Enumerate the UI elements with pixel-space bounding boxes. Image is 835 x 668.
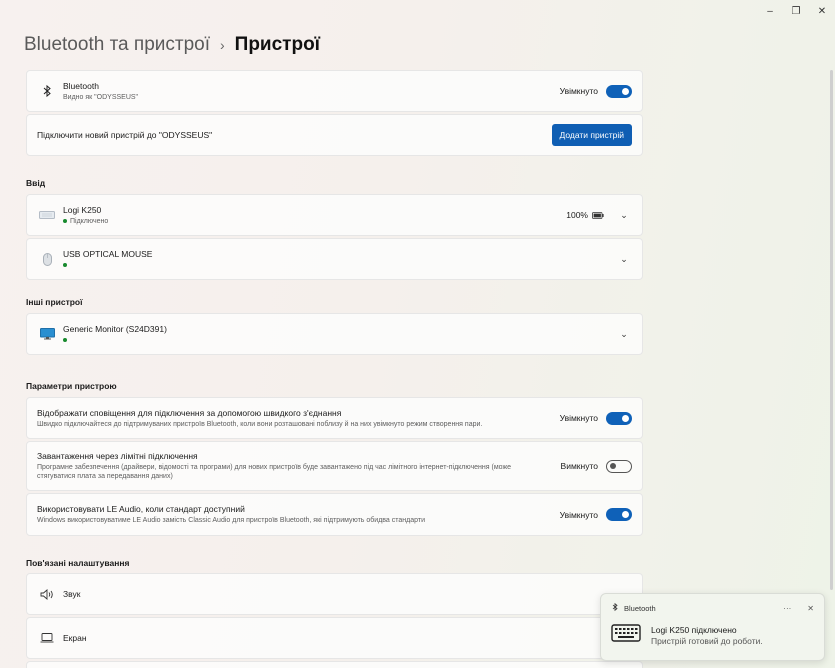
device-status-text: Підключено <box>70 217 109 225</box>
section-params-title: Параметри пристрою <box>26 381 117 391</box>
keyboard-icon <box>611 624 641 647</box>
bluetooth-title: Bluetooth <box>63 80 99 91</box>
battery-percent: 100% <box>566 210 588 220</box>
device-status <box>63 336 616 345</box>
device-name: USB OPTICAL MOUSE <box>63 248 153 259</box>
connected-dot <box>63 262 67 267</box>
toast-app-name: Bluetooth <box>624 603 656 613</box>
scrollbar[interactable] <box>830 70 833 590</box>
add-device-text: Підключити новий пристрій до "ODYSSEUS" <box>37 130 213 140</box>
section-related-title: Пов'язані налаштування <box>26 558 130 568</box>
device-name: Logi K250 <box>63 204 102 215</box>
device-row-usb-mouse[interactable]: USB OPTICAL MOUSE ⌄ <box>26 238 643 280</box>
laptop-icon <box>36 633 58 643</box>
swift-pair-toggle[interactable] <box>606 411 632 425</box>
metered-download-toggle[interactable] <box>606 459 632 473</box>
bluetooth-card: Bluetooth Видно як "ODYSSEUS" Увімкнуто <box>26 70 643 112</box>
bluetooth-icon <box>36 84 58 98</box>
related-display[interactable]: Екран <box>26 617 643 659</box>
toast-close-button[interactable]: ✕ <box>807 604 814 613</box>
speaker-icon <box>36 588 58 600</box>
bluetooth-toggle[interactable] <box>606 84 632 98</box>
breadcrumb-parent-link[interactable]: Bluetooth та пристрої <box>24 34 210 56</box>
breadcrumb-separator: › <box>219 37 225 53</box>
add-device-card: Підключити новий пристрій до "ODYSSEUS" … <box>26 114 643 156</box>
setting-state-label: Вимкнуто <box>560 461 598 471</box>
related-next-item[interactable] <box>26 661 643 668</box>
chevron-down-icon[interactable]: ⌄ <box>616 329 632 340</box>
section-other-title: Інші пристрої <box>26 297 83 307</box>
bluetooth-toast-notification[interactable]: Bluetooth ··· ✕ Logi K250 підключено При… <box>600 593 825 661</box>
related-sound[interactable]: Звук <box>26 573 643 615</box>
monitor-icon <box>36 328 58 340</box>
toast-message: Пристрій готовий до роботи. <box>651 636 763 646</box>
setting-metered-download: Завантаження через лімітні підключення П… <box>26 441 643 491</box>
device-status: Підключено <box>63 217 566 226</box>
setting-title: Відображати сповіщення для підключення з… <box>37 407 342 418</box>
section-input-title: Ввід <box>26 178 46 188</box>
le-audio-toggle[interactable] <box>606 508 632 521</box>
setting-state-label: Увімкнуто <box>559 509 598 520</box>
device-row-generic-monitor[interactable]: Generic Monitor (S24D391) ⌄ <box>26 313 643 355</box>
device-row-logi-k250[interactable]: Logi K250 Підключено 100% ⌄ <box>26 194 643 236</box>
window-controls: – ❐ ✕ <box>757 0 835 22</box>
connected-dot <box>63 337 67 342</box>
toast-title: Logi K250 підключено <box>651 625 737 635</box>
related-label: Екран <box>63 633 87 643</box>
maximize-button[interactable]: ❐ <box>783 0 809 22</box>
device-status <box>63 261 616 270</box>
setting-description: Windows використовуватиме LE Audio заміс… <box>37 517 425 524</box>
related-label: Звук <box>63 589 81 599</box>
add-device-button[interactable]: Додати пристрій <box>551 124 632 146</box>
setting-description: Швидко підключайтеся до підтримуваних пр… <box>37 420 483 428</box>
setting-title: Використовувати LE Audio, коли стандарт … <box>37 504 245 514</box>
chevron-down-icon[interactable]: ⌄ <box>616 254 632 265</box>
device-name: Generic Monitor (S24D391) <box>63 323 167 334</box>
setting-le-audio: Використовувати LE Audio, коли стандарт … <box>26 493 643 536</box>
bluetooth-subtitle: Видно як "ODYSSEUS" <box>63 93 139 101</box>
battery-icon <box>592 206 604 224</box>
close-button[interactable]: ✕ <box>809 0 835 22</box>
toast-more-button[interactable]: ··· <box>783 604 791 613</box>
bluetooth-icon <box>611 602 619 614</box>
minimize-button[interactable]: – <box>757 0 783 22</box>
bluetooth-state-label: Увімкнуто <box>559 86 598 96</box>
setting-state-label: Увімкнуто <box>559 413 598 423</box>
page-title: Пристрої <box>234 34 321 55</box>
connected-dot <box>63 218 67 223</box>
setting-swift-pair: Відображати сповіщення для підключення з… <box>26 397 643 439</box>
breadcrumb: Bluetooth та пристрої › Пристрої <box>24 34 320 56</box>
chevron-down-icon[interactable]: ⌄ <box>616 210 632 221</box>
setting-description: Програмне забезпечення (драйвери, відомо… <box>37 464 512 480</box>
mouse-icon <box>36 252 58 266</box>
keyboard-icon <box>36 211 58 219</box>
setting-title: Завантаження через лімітні підключення <box>37 451 198 461</box>
